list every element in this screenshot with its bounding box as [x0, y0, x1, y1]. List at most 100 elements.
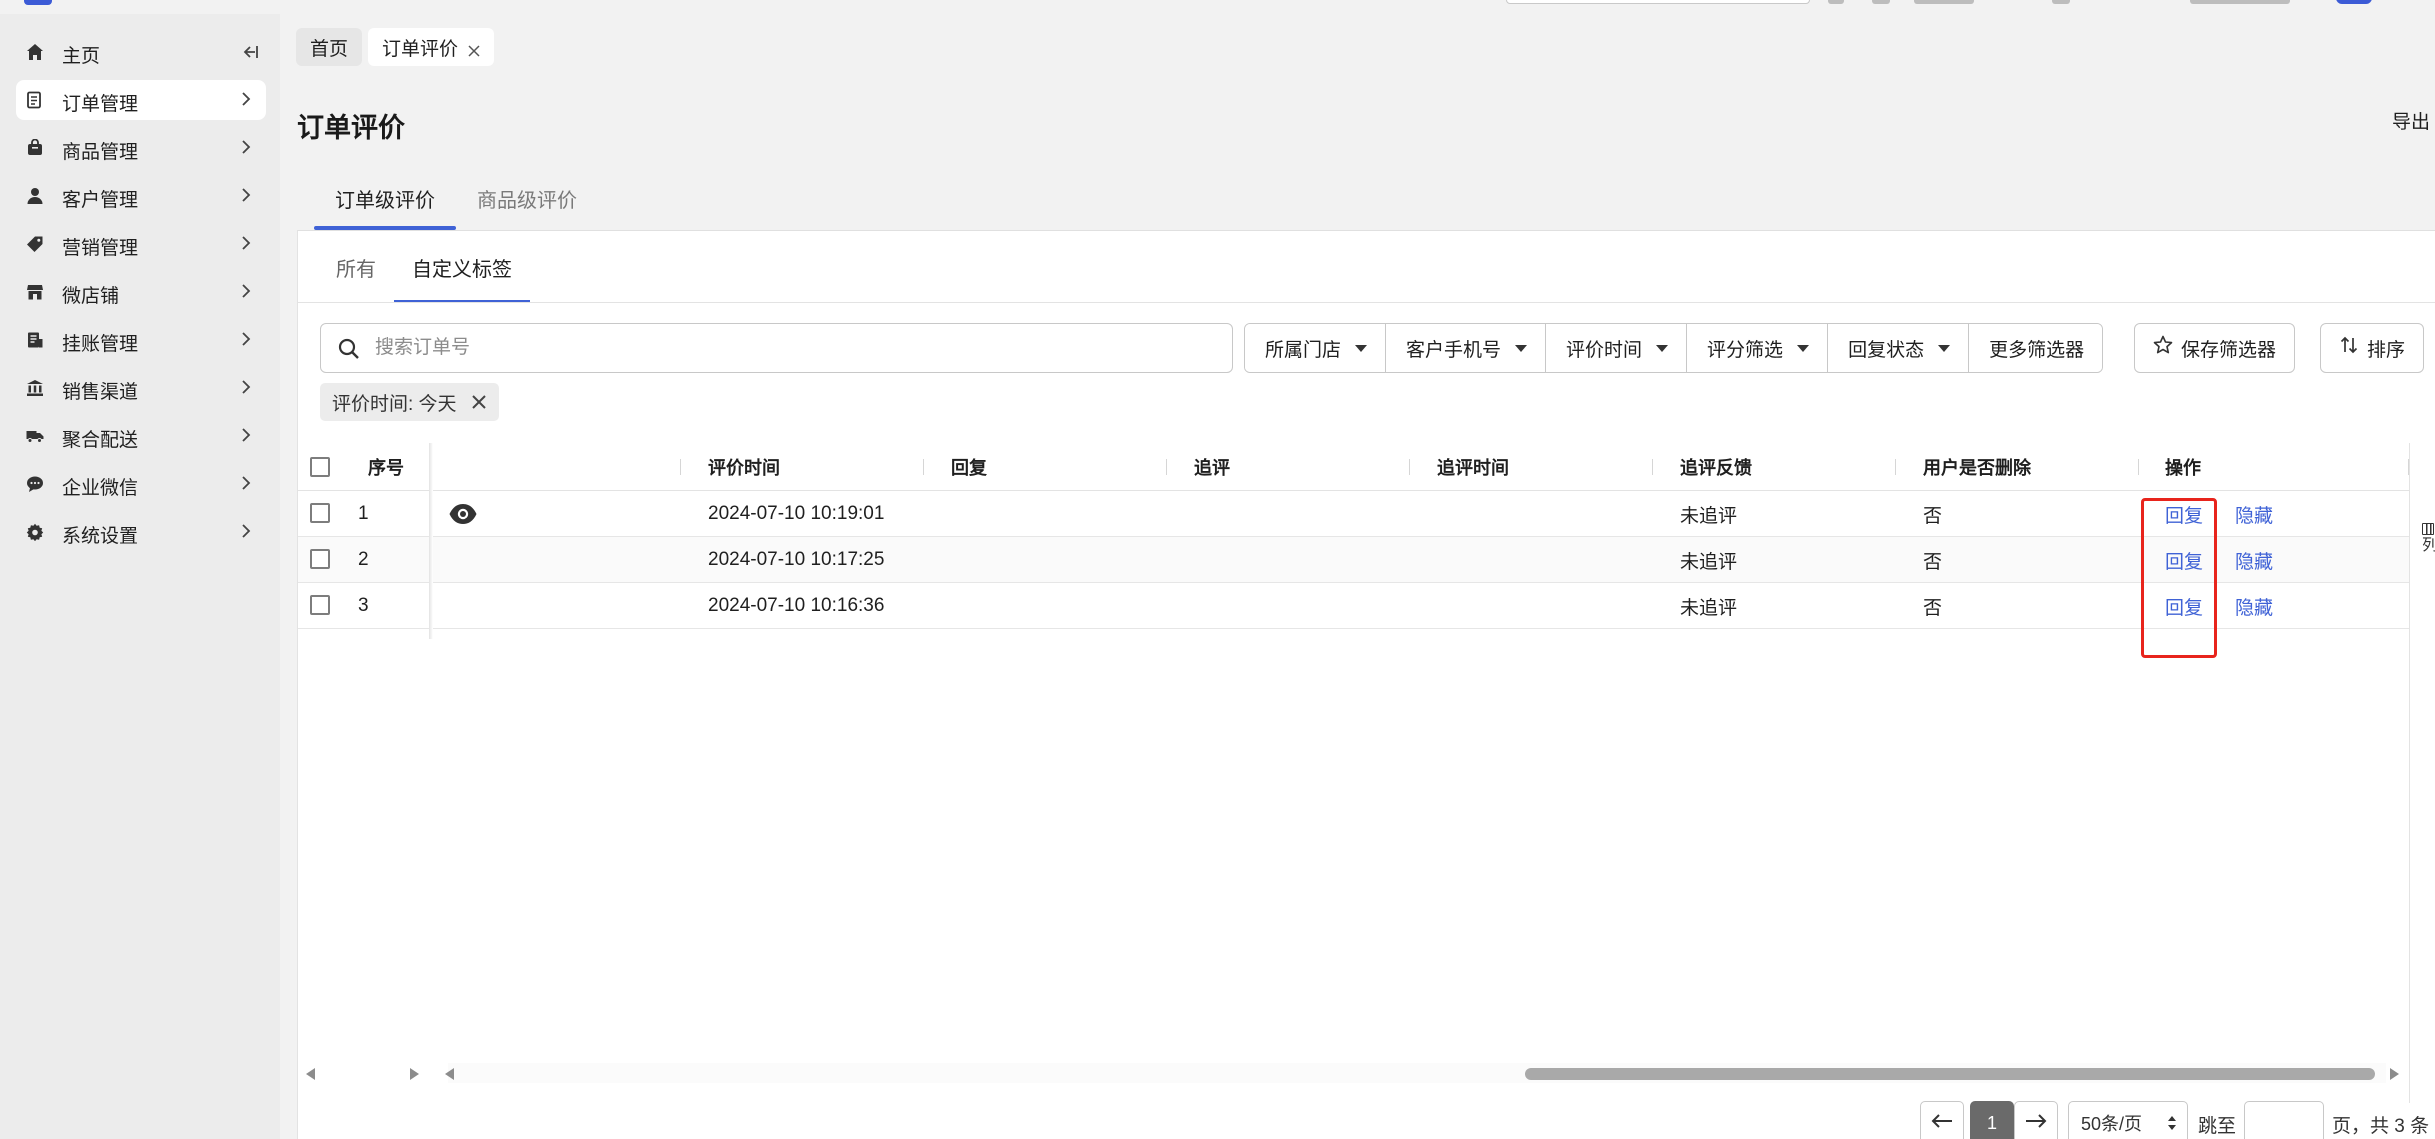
horizontal-scroll-thumb[interactable]: [1525, 1068, 2375, 1080]
save-filter-button[interactable]: 保存筛选器: [2134, 323, 2296, 373]
table-row: 1 2024-07-10 10:19:01 未追评 否 回复 隐藏: [298, 491, 2410, 537]
cell-user-deleted: 否: [1923, 505, 1943, 527]
column-settings-label: 列: [2422, 537, 2435, 554]
search-icon: [337, 337, 361, 361]
chevron-right-icon: [236, 377, 256, 397]
sidebar-item-label: 微店铺: [62, 286, 120, 307]
filter-reply-status[interactable]: 回复状态: [1828, 324, 1970, 372]
top-bar-item[interactable]: [1914, 0, 1974, 4]
tab-product-level-review[interactable]: 商品级评价: [456, 174, 598, 230]
eye-icon[interactable]: [448, 502, 478, 526]
reply-link[interactable]: 回复: [2165, 491, 2203, 537]
jump-to-page-input[interactable]: [2244, 1101, 2324, 1139]
avatar[interactable]: [2336, 0, 2372, 4]
order-icon: [26, 91, 44, 109]
page-size-select[interactable]: 50条/页: [2068, 1101, 2188, 1139]
tab-custom-tags[interactable]: 自定义标签: [394, 231, 530, 303]
row-checkbox[interactable]: [310, 549, 330, 569]
filter-store[interactable]: 所属门店: [1245, 324, 1387, 372]
row-checkbox[interactable]: [310, 595, 330, 615]
sidebar-item-marketing[interactable]: 营销管理: [16, 224, 266, 264]
sidebar-item-products[interactable]: 商品管理: [16, 128, 266, 168]
column-header-user-deleted: 用户是否删除: [1923, 458, 2031, 478]
search-input[interactable]: [375, 334, 1215, 362]
sidebar-item-label: 营销管理: [62, 238, 139, 259]
chevron-right-icon: [236, 473, 256, 493]
filter-customer-phone[interactable]: 客户手机号: [1386, 324, 1547, 372]
column-header-index: 序号: [368, 458, 404, 478]
column-settings-button[interactable]: 列: [2422, 523, 2435, 557]
top-bar-item[interactable]: [2190, 0, 2290, 4]
filter-label: 评分筛选: [1707, 339, 1784, 361]
caret-down-icon: [1938, 344, 1951, 352]
reply-link[interactable]: 回复: [2165, 583, 2203, 629]
sidebar-item-customers[interactable]: 客户管理: [16, 176, 266, 216]
column-header-actions: 操作: [2165, 458, 2201, 478]
column-header-follow-up-time: 追评时间: [1437, 458, 1509, 478]
page-tab-order-review[interactable]: 订单评价: [368, 28, 495, 66]
cell-review-time: 2024-07-10 10:16:36: [708, 595, 885, 616]
prev-page-button[interactable]: [1920, 1101, 1964, 1139]
hide-link[interactable]: 隐藏: [2235, 583, 2273, 629]
scroll-left-arrow[interactable]: [306, 1068, 315, 1080]
sidebar-item-orders[interactable]: 订单管理: [16, 80, 266, 120]
filter-group: 所属门店 客户手机号 评价时间 评分筛选 回复状态 更多筛选器: [1244, 323, 2104, 373]
row-checkbox[interactable]: [310, 503, 330, 523]
column-header-reply: 回复: [951, 458, 987, 478]
close-icon[interactable]: [468, 41, 480, 57]
sidebar-item-microstore[interactable]: 微店铺: [16, 272, 266, 312]
page-tab-home[interactable]: 首页: [296, 28, 363, 66]
collapse-sidebar-icon[interactable]: [240, 42, 260, 62]
caret-down-icon: [1355, 344, 1368, 352]
cell-follow-up-feedback: 未追评: [1680, 551, 1738, 573]
sidebar-item-label: 挂账管理: [62, 334, 139, 355]
column-header-review-time: 评价时间: [708, 458, 780, 478]
sidebar-item-wecom[interactable]: 企业微信: [16, 464, 266, 504]
filter-label: 客户手机号: [1406, 339, 1502, 361]
reply-link[interactable]: 回复: [2165, 537, 2203, 583]
chevron-right-icon: [236, 185, 256, 205]
fixed-column-shadow: [429, 443, 433, 639]
tab-all[interactable]: 所有: [318, 231, 394, 303]
scroll-right-arrow[interactable]: [2390, 1068, 2399, 1080]
filter-label: 回复状态: [1848, 339, 1925, 361]
top-bar-item[interactable]: [2052, 0, 2070, 4]
global-search-input[interactable]: [1506, 0, 1810, 4]
tab-order-level-review[interactable]: 订单级评价: [314, 174, 456, 230]
sort-label: 排序: [2367, 339, 2406, 361]
hide-link[interactable]: 隐藏: [2235, 491, 2273, 537]
cell-follow-up-feedback: 未追评: [1680, 597, 1738, 619]
sidebar-item-delivery[interactable]: 聚合配送: [16, 416, 266, 456]
store-icon: [26, 283, 44, 301]
scroll-left-arrow[interactable]: [445, 1068, 454, 1080]
sidebar-item-ledger[interactable]: 挂账管理: [16, 320, 266, 360]
sidebar-item-label: 客户管理: [62, 190, 139, 211]
sort-button[interactable]: 排序: [2320, 323, 2425, 373]
chevron-right-icon: [236, 425, 256, 445]
pagination-summary: 页，共 3 条: [2332, 1116, 2430, 1137]
export-button[interactable]: 导出: [2392, 107, 2430, 134]
label-tabs: 所有 自定义标签: [318, 231, 530, 303]
divider: [298, 302, 2435, 303]
save-filter-label: 保存筛选器: [2181, 339, 2277, 361]
delivery-icon: [26, 427, 44, 445]
scroll-right-arrow[interactable]: [410, 1068, 419, 1080]
top-bar-item[interactable]: [1872, 0, 1890, 4]
sidebar-item-label: 订单管理: [62, 94, 139, 115]
filter-rating[interactable]: 评分筛选: [1687, 324, 1829, 372]
channel-icon: [26, 379, 44, 397]
order-search-box[interactable]: [320, 323, 1233, 373]
sidebar-item-home[interactable]: 主页: [16, 32, 266, 72]
filter-review-time[interactable]: 评价时间: [1546, 324, 1688, 372]
next-page-button[interactable]: [2014, 1101, 2058, 1139]
sidebar-item-channels[interactable]: 销售渠道: [16, 368, 266, 408]
page-number-current[interactable]: 1: [1970, 1101, 2014, 1139]
page-size-label: 50条/页: [2081, 1114, 2143, 1134]
select-all-checkbox[interactable]: [310, 457, 330, 477]
more-filters-button[interactable]: 更多筛选器: [1969, 324, 2103, 372]
remove-filter-close-icon[interactable]: [471, 394, 487, 410]
hide-link[interactable]: 隐藏: [2235, 537, 2273, 583]
sidebar-item-settings[interactable]: 系统设置: [16, 512, 266, 552]
sidebar-item-label: 商品管理: [62, 142, 139, 163]
top-bar-item[interactable]: [1828, 0, 1844, 4]
